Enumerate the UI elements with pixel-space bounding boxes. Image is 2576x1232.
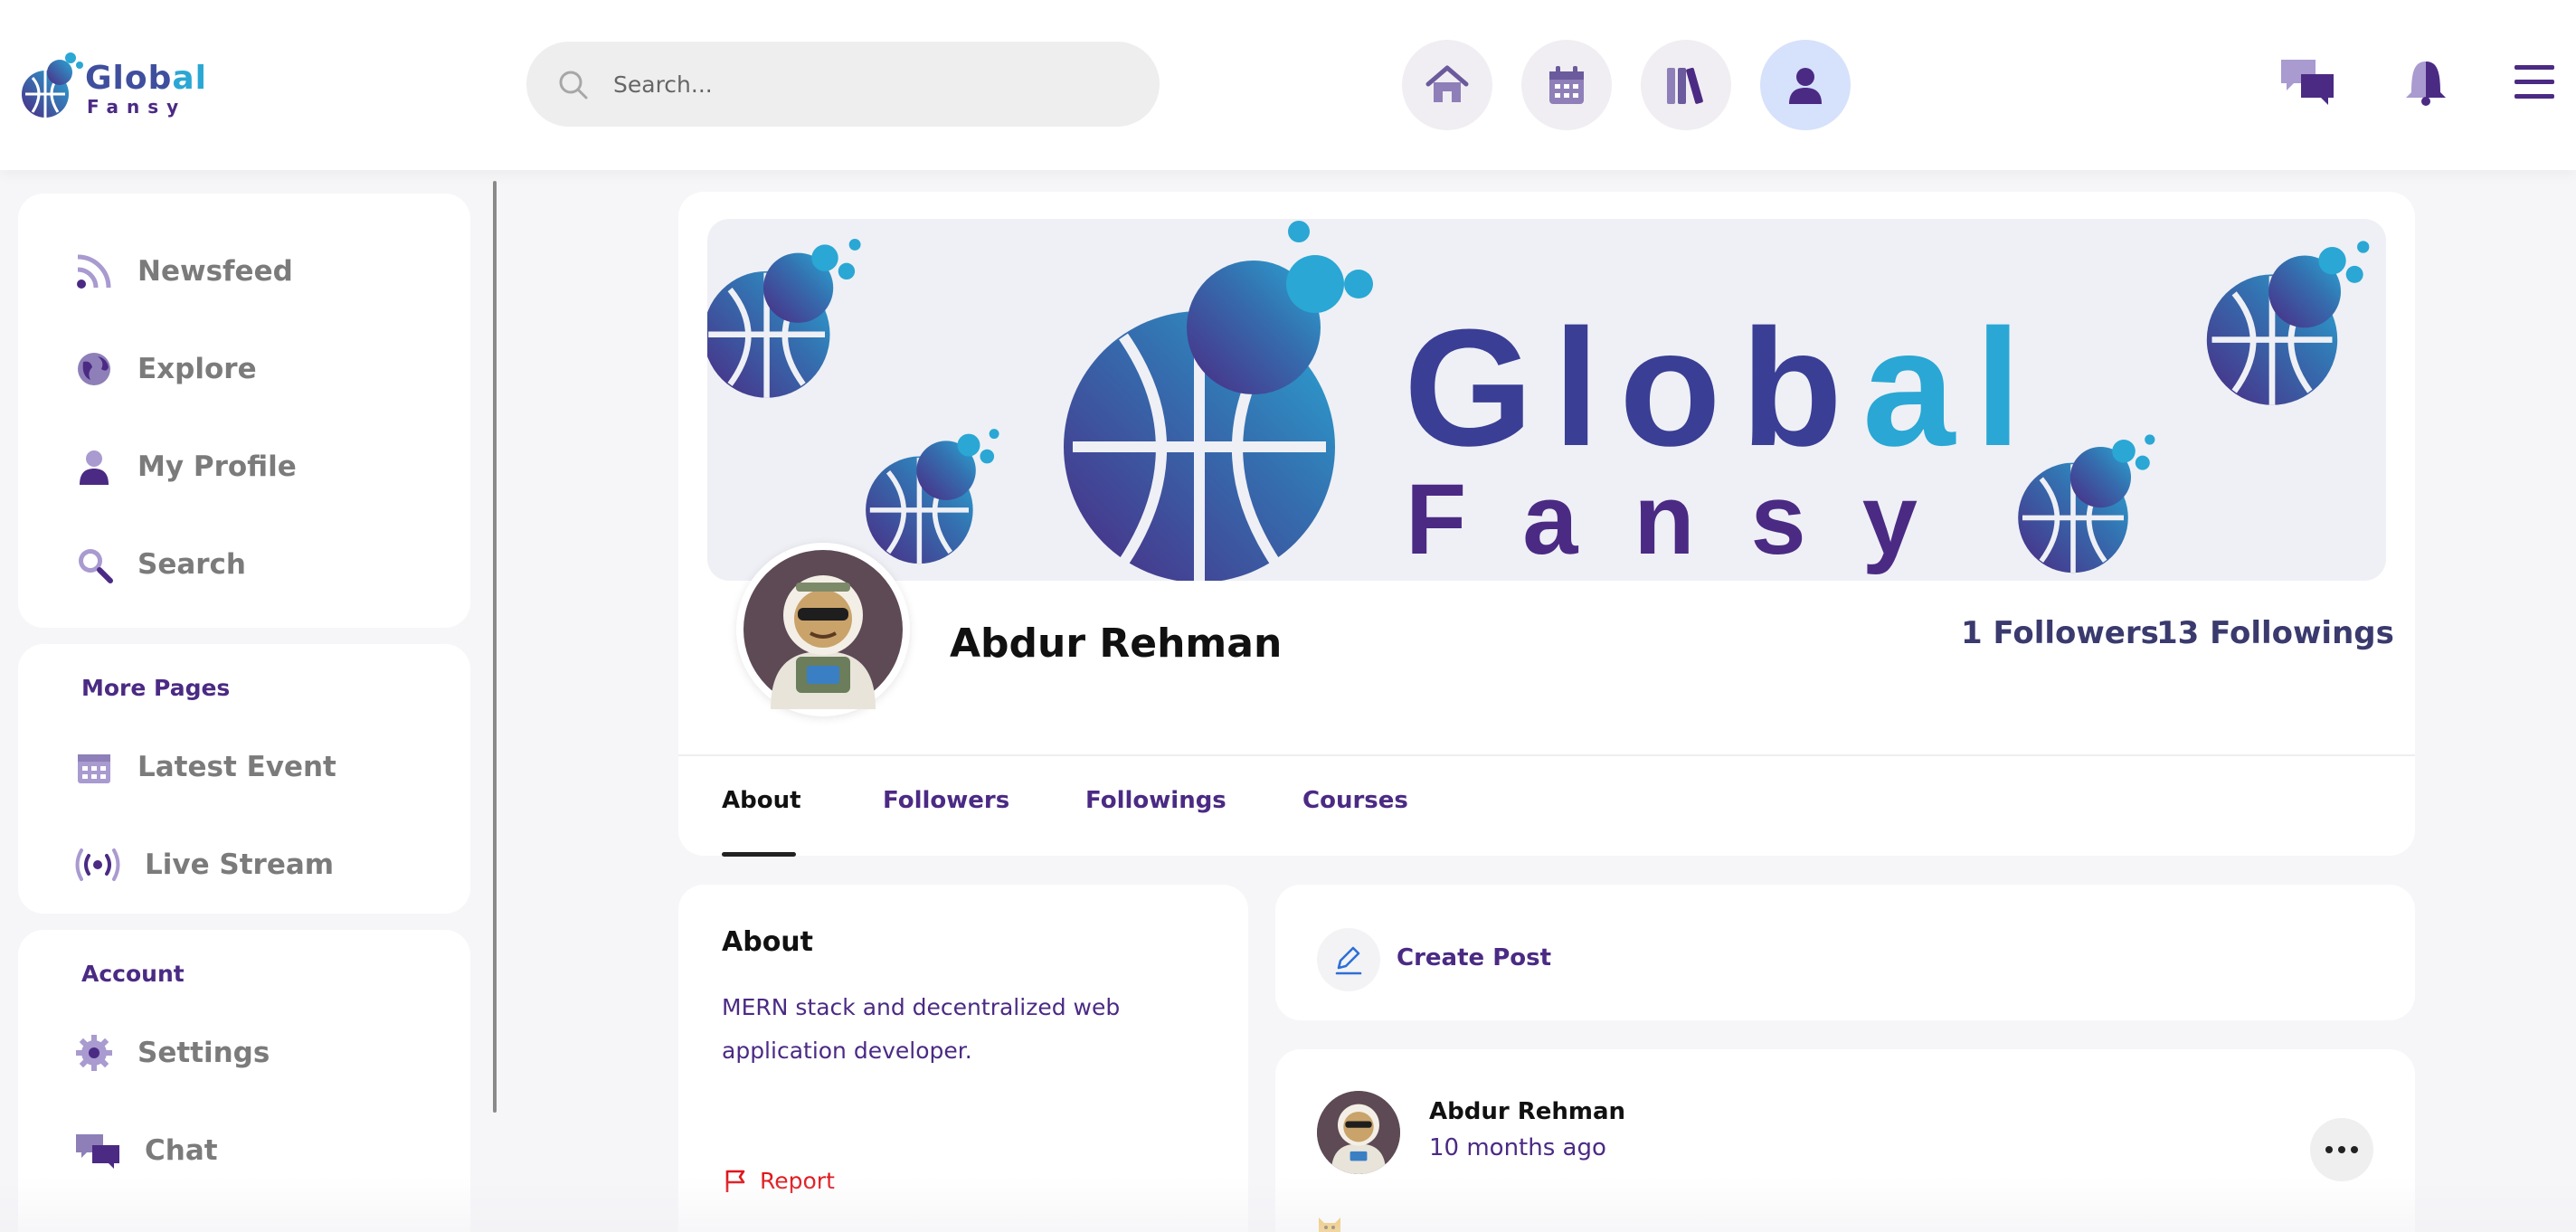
svg-text:Global: Global	[1404, 294, 2041, 480]
sidebar-item-label: Live Stream	[145, 848, 335, 881]
chat-icon	[74, 1131, 121, 1170]
logo-wordmark: Global	[85, 60, 207, 97]
sidebar-item-latest-event[interactable]: Latest Event	[18, 731, 470, 803]
search-input[interactable]	[613, 42, 1138, 127]
calendar-icon	[74, 747, 114, 787]
post-author-name[interactable]: Abdur Rehman	[1429, 1098, 1625, 1125]
sidebar-item-label: Newsfeed	[137, 255, 293, 288]
cat-emoji-icon	[1319, 1218, 1340, 1232]
brand-logo-graphic: Global Fansy	[707, 221, 2386, 581]
post-options-button[interactable]	[2310, 1118, 2373, 1181]
notifications-button[interactable]	[2393, 51, 2457, 114]
nav-events-button[interactable]	[1521, 40, 1612, 130]
sidebar-scrollbar[interactable]	[493, 181, 497, 1113]
sidebar-item-label: Chat	[145, 1134, 218, 1167]
post-author-avatar[interactable]	[1317, 1091, 1400, 1174]
gear-icon	[74, 1033, 114, 1073]
sidebar-item-newsfeed[interactable]: Newsfeed	[18, 235, 470, 308]
user-icon	[74, 447, 114, 487]
flag-icon	[725, 1170, 745, 1192]
user-icon	[1789, 68, 1822, 104]
profile-avatar[interactable]	[736, 543, 910, 716]
search-bar[interactable]	[526, 42, 1160, 127]
sidebar-item-label: Settings	[137, 1037, 270, 1069]
report-label: Report	[760, 1167, 835, 1194]
more-dot	[2325, 1146, 2333, 1153]
profile-cover-banner: Global Fansy	[707, 219, 2386, 581]
profile-divider	[678, 754, 2415, 756]
messages-button[interactable]	[2276, 51, 2339, 114]
logo-word-accent: al	[172, 60, 208, 97]
nav-profile-button[interactable]	[1760, 40, 1851, 130]
sidebar-item-search[interactable]: Search	[18, 528, 470, 601]
search-icon	[559, 71, 588, 100]
broadcast-icon	[74, 845, 121, 885]
nav-library-button[interactable]	[1641, 40, 1731, 130]
svg-text:Fansy: Fansy	[1406, 464, 1974, 575]
sidebar-main-card: Newsfeed Explore My Profile Search	[18, 194, 470, 628]
search-icon	[74, 545, 114, 584]
sidebar-item-live-stream[interactable]: Live Stream	[18, 829, 470, 901]
calendar-icon	[1549, 66, 1584, 104]
sidebar-item-label: Explore	[137, 353, 257, 385]
sidebar-item-my-profile[interactable]: My Profile	[18, 431, 470, 503]
more-dot	[2351, 1146, 2358, 1153]
menu-icon	[2514, 65, 2554, 99]
sidebar-item-label: Latest Event	[137, 751, 336, 783]
pencil-icon	[1335, 946, 1362, 975]
create-post-icon-button[interactable]	[1317, 928, 1380, 991]
astronaut-avatar-image	[1317, 1091, 1400, 1174]
report-button[interactable]: Report	[722, 1167, 835, 1194]
home-icon	[1425, 65, 1469, 102]
sidebar-item-chat[interactable]: Chat	[18, 1114, 470, 1187]
sidebar-account-card: Account Settings Chat	[18, 930, 470, 1232]
top-bar: Global Fansy	[0, 0, 2576, 170]
tab-followings[interactable]: Followings	[1085, 787, 1226, 814]
nav-home-button[interactable]	[1402, 40, 1492, 130]
logo-word-main: Glob	[85, 60, 173, 97]
tab-courses[interactable]: Courses	[1302, 787, 1408, 814]
about-title: About	[722, 926, 814, 958]
post-timestamp: 10 months ago	[1429, 1134, 1606, 1161]
profile-name: Abdur Rehman	[950, 621, 1283, 667]
brand-logo[interactable]: Global Fansy	[20, 47, 219, 123]
bell-icon	[2406, 62, 2446, 106]
more-dot	[2338, 1146, 2345, 1153]
followings-count-link[interactable]: 13 Followings	[2156, 615, 2394, 651]
active-tab-indicator	[722, 852, 796, 857]
section-heading: Account	[81, 961, 185, 987]
tab-about[interactable]: About	[722, 787, 801, 814]
section-heading: More Pages	[81, 675, 231, 701]
followers-count-link[interactable]: 1 Followers	[1961, 615, 2159, 651]
globe-icon	[74, 349, 114, 389]
about-bio-text: MERN stack and decentralized web applica…	[722, 994, 1121, 1064]
tab-followers[interactable]: Followers	[883, 787, 1009, 814]
library-icon	[1667, 67, 1703, 104]
logo-globe-icon	[22, 52, 83, 118]
sidebar-item-settings[interactable]: Settings	[18, 1017, 470, 1089]
sidebar-item-explore[interactable]: Explore	[18, 333, 470, 405]
rss-icon	[74, 251, 114, 291]
chat-icon	[2281, 60, 2334, 105]
sidebar-item-label: My Profile	[137, 450, 297, 483]
create-post-label[interactable]: Create Post	[1397, 944, 1551, 971]
astronaut-avatar-image	[743, 550, 903, 709]
menu-button[interactable]	[2502, 51, 2565, 114]
logo-subtitle: Fansy	[87, 96, 187, 118]
sidebar-item-label: Search	[137, 548, 247, 581]
sidebar-more-pages-card: More Pages Latest Event Live Stream	[18, 644, 470, 914]
